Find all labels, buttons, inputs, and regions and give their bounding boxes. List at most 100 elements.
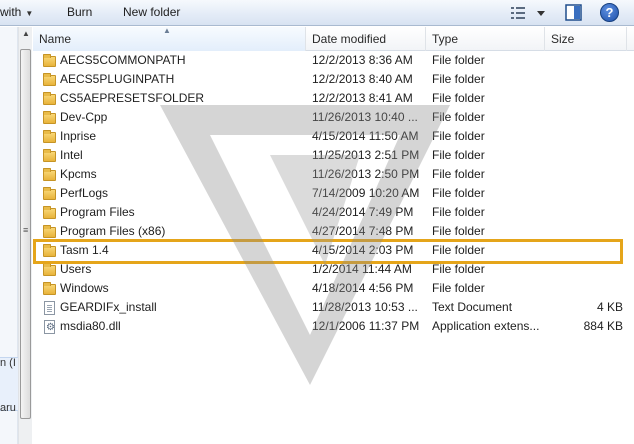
file-type: File folder (432, 72, 485, 86)
grip-icon: ≡ (23, 225, 29, 235)
file-name: CS5AEPRESETSFOLDER (60, 91, 205, 105)
navigation-scrollbar[interactable]: ▲ ≡ (18, 27, 32, 444)
sort-ascending-icon: ▲ (163, 26, 171, 35)
file-name: Windows (60, 281, 109, 295)
folder-icon (41, 167, 57, 182)
navigation-item-fragment[interactable]: n (I (0, 357, 16, 369)
dll-file-icon (41, 318, 57, 337)
file-row[interactable]: Inprise 4/15/2014 11:50 AM File folder (33, 127, 634, 146)
folder-icon (41, 243, 57, 258)
open-with-label: with (0, 5, 22, 19)
file-name: Kpcms (60, 167, 97, 181)
file-date: 12/1/2006 11:37 PM (312, 319, 420, 333)
folder-icon (41, 72, 57, 87)
burn-button[interactable]: Burn (67, 5, 92, 19)
new-folder-button[interactable]: New folder (123, 5, 180, 19)
file-row[interactable]: AECS5COMMONPATH 12/2/2013 8:36 AM File f… (33, 51, 634, 70)
file-date: 12/2/2013 8:40 AM (312, 72, 413, 86)
file-row[interactable]: Program Files (x86) 4/27/2014 7:48 PM Fi… (33, 222, 634, 241)
folder-icon (41, 148, 57, 163)
folder-icon (41, 262, 57, 277)
file-date: 11/26/2013 10:40 ... (312, 110, 418, 124)
file-name: Program Files (x86) (60, 224, 166, 238)
document-icon (41, 300, 57, 315)
open-with-button[interactable]: with ▼ (0, 5, 33, 19)
file-date: 11/28/2013 10:53 ... (312, 300, 418, 314)
file-list: AECS5COMMONPATH 12/2/2013 8:36 AM File f… (33, 51, 634, 337)
file-name: Users (60, 262, 92, 276)
file-row[interactable]: msdia80.dll 12/1/2006 11:37 PM Applicati… (33, 317, 634, 337)
file-date: 4/15/2014 11:50 AM (312, 129, 419, 143)
folder-icon (41, 110, 57, 125)
file-row[interactable]: Program Files 4/24/2014 7:49 PM File fol… (33, 203, 634, 222)
folder-icon (41, 53, 57, 68)
file-row[interactable]: Windows 4/18/2014 4:56 PM File folder (33, 279, 634, 298)
file-type: File folder (432, 186, 485, 200)
file-row[interactable]: CS5AEPRESETSFOLDER 12/2/2013 8:41 AM Fil… (33, 89, 634, 108)
file-type: File folder (432, 53, 485, 67)
file-name: msdia80.dll (60, 319, 121, 333)
scrollbar-thumb[interactable]: ≡ (20, 49, 31, 419)
file-name: GEARDIFx_install (60, 300, 157, 314)
file-row[interactable]: Kpcms 11/26/2013 2:50 PM File folder (33, 165, 634, 184)
file-type: File folder (432, 224, 485, 238)
file-name: Inprise (60, 129, 97, 143)
column-header-name-label: Name (39, 32, 72, 46)
file-size: 884 KB (583, 319, 623, 333)
file-type: File folder (432, 262, 485, 276)
file-date: 4/18/2014 4:56 PM (312, 281, 414, 295)
file-type: File folder (432, 281, 485, 295)
folder-icon (41, 129, 57, 144)
file-date: 12/2/2013 8:36 AM (312, 53, 413, 67)
file-name: Tasm 1.4 (60, 243, 109, 257)
navigation-pane[interactable]: n (I aru (0, 27, 18, 444)
file-name: PerfLogs (60, 186, 109, 200)
scroll-up-arrow-icon[interactable]: ▲ (22, 29, 30, 38)
file-size: 4 KB (596, 300, 623, 314)
details-view-icon (511, 7, 545, 19)
file-date: 4/27/2014 7:48 PM (312, 224, 414, 238)
file-type: File folder (432, 205, 485, 219)
file-type: File folder (432, 129, 485, 143)
file-type: Text Document (432, 300, 513, 314)
file-date: 4/15/2014 2:03 PM (312, 243, 414, 257)
column-header-row: ▲ Name Date modified Type Size (33, 26, 634, 51)
preview-pane-icon (565, 4, 582, 21)
file-row[interactable]: PerfLogs 7/14/2009 10:20 AM File folder (33, 184, 634, 203)
file-date: 12/2/2013 8:41 AM (312, 91, 413, 105)
folder-icon (41, 281, 57, 296)
file-row[interactable]: Users 1/2/2014 11:44 AM File folder (33, 260, 634, 279)
file-type: File folder (432, 91, 485, 105)
file-row[interactable]: AECS5PLUGINPATH 12/2/2013 8:40 AM File f… (33, 70, 634, 89)
file-name: Intel (60, 148, 83, 162)
file-row-tasm[interactable]: Tasm 1.4 4/15/2014 2:03 PM File folder (33, 241, 634, 260)
column-header-size[interactable]: Size (545, 27, 627, 51)
folder-icon (41, 91, 57, 106)
file-type: File folder (432, 167, 485, 181)
command-bar: with ▼ Burn New folder ? (0, 0, 634, 26)
column-header-type[interactable]: Type (426, 27, 545, 51)
file-row[interactable]: GEARDIFx_install 11/28/2013 10:53 ... Te… (33, 298, 634, 317)
navigation-item-fragment[interactable]: aru (0, 402, 16, 414)
file-type: File folder (432, 243, 485, 257)
file-date: 11/26/2013 2:50 PM (312, 167, 420, 181)
help-button[interactable]: ? (600, 3, 619, 22)
file-name: AECS5PLUGINPATH (60, 72, 175, 86)
change-view-button[interactable] (510, 4, 546, 22)
column-header-name[interactable]: ▲ Name (33, 26, 306, 51)
file-type: File folder (432, 148, 485, 162)
file-name: AECS5COMMONPATH (60, 53, 186, 67)
column-header-date[interactable]: Date modified (306, 27, 426, 51)
file-name: Dev-Cpp (60, 110, 108, 124)
file-date: 1/2/2014 11:44 AM (312, 262, 412, 276)
file-date: 4/24/2014 7:49 PM (312, 205, 414, 219)
file-date: 11/25/2013 2:51 PM (312, 148, 420, 162)
file-row[interactable]: Intel 11/25/2013 2:51 PM File folder (33, 146, 634, 165)
file-type: Application extens... (432, 319, 540, 333)
folder-icon (41, 205, 57, 220)
chevron-down-icon: ▼ (25, 9, 34, 18)
folder-icon (41, 224, 57, 239)
file-row[interactable]: Dev-Cpp 11/26/2013 10:40 ... File folder (33, 108, 634, 127)
file-date: 7/14/2009 10:20 AM (312, 186, 420, 200)
preview-pane-button[interactable] (565, 4, 583, 22)
